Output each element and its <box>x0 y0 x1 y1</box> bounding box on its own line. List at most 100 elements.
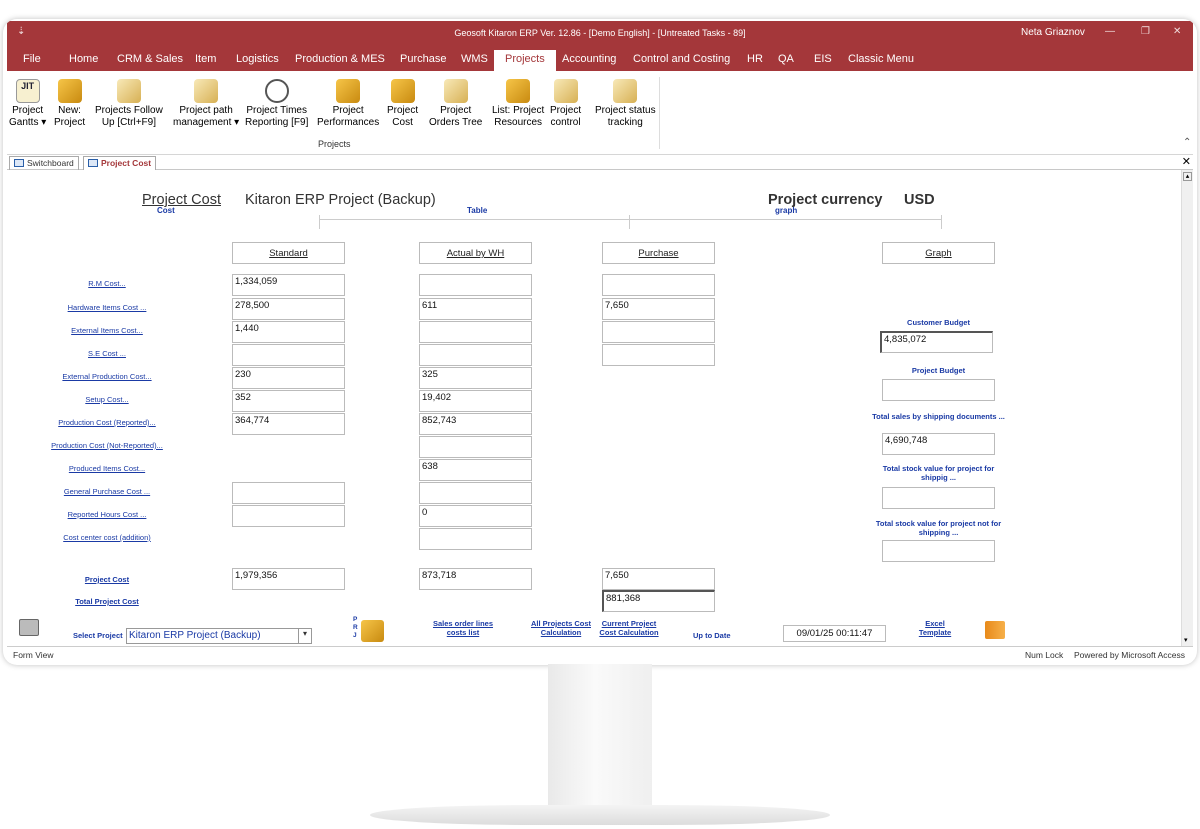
row-label-setup-cost[interactable]: Setup Cost... <box>3 395 217 404</box>
sales-order-lines-link[interactable]: Sales order lines costs list <box>430 619 496 637</box>
up-to-date-value[interactable]: 09/01/25 00:11:47 <box>783 625 886 642</box>
cell-standard-reported-hours-cost[interactable] <box>232 505 345 527</box>
ribbon-button-project-status-tracking[interactable]: Project status tracking <box>595 79 656 129</box>
cell-actual-production-cost-not-reported[interactable] <box>419 436 532 458</box>
column-header-standard: Standard <box>232 242 345 264</box>
ribbon-label-line1: Project <box>440 105 472 116</box>
ribbon-label-line1: Project <box>550 105 582 116</box>
tab-hr[interactable]: HR <box>747 53 763 65</box>
cell-actual-produced-items-cost[interactable]: 638 <box>419 459 532 481</box>
scroll-down-icon[interactable]: ▾ <box>1184 636 1188 644</box>
doc-tab-project-cost[interactable]: Project Cost <box>83 156 157 170</box>
ribbon-button-project-times-reporting-f9[interactable]: Project Times Reporting [F9] <box>245 79 308 129</box>
ribbon-button-project-control[interactable]: Project control <box>550 79 581 129</box>
ribbon-button-project-path-management[interactable]: Project path management ▾ <box>173 79 239 129</box>
cell-purchase-s-e-cost[interactable] <box>602 344 715 366</box>
scroll-up-icon[interactable]: ▴ <box>1183 172 1192 181</box>
tab-wms[interactable]: WMS <box>461 53 488 65</box>
close-document-icon[interactable]: ✕ <box>1182 155 1191 168</box>
project-budget-value[interactable] <box>882 379 995 401</box>
cell-actual-hardware-items-cost[interactable]: 611 <box>419 298 532 320</box>
excel-template-link[interactable]: Excel Template <box>910 619 960 637</box>
cell-actual-external-items-cost[interactable] <box>419 321 532 343</box>
tab-file[interactable]: File <box>23 53 41 65</box>
row-label-external-items-cost[interactable]: External Items Cost... <box>3 326 217 335</box>
cell-actual-production-cost-reported[interactable]: 852,743 <box>419 413 532 435</box>
cell-actual-general-purchase-cost[interactable] <box>419 482 532 504</box>
subtab-cost[interactable]: Cost <box>157 206 175 215</box>
tab-eis[interactable]: EIS <box>814 53 832 65</box>
tab-classic-menu[interactable]: Classic Menu <box>848 53 914 65</box>
row-label-production-cost-not-reported[interactable]: Production Cost (Not-Reported)... <box>3 441 217 450</box>
row-label-general-purchase-cost[interactable]: General Purchase Cost ... <box>3 487 217 496</box>
cell-standard-s-e-cost[interactable] <box>232 344 345 366</box>
prj-folder-icon[interactable] <box>361 620 384 642</box>
tab-projects[interactable]: Projects <box>494 50 556 71</box>
ribbon-button-project-performances[interactable]: Project Performances <box>317 79 379 129</box>
subtab-table[interactable]: Table <box>467 206 487 215</box>
exit-icon[interactable] <box>985 621 1005 639</box>
subtab-graph[interactable]: graph <box>775 206 797 215</box>
cell-actual-s-e-cost[interactable] <box>419 344 532 366</box>
doc-tab-switchboard[interactable]: Switchboard <box>9 156 79 170</box>
row-label-cost-center-cost-addition[interactable]: Cost center cost (addition) <box>3 533 217 542</box>
collapse-ribbon-icon[interactable]: ⌃ <box>1183 137 1191 148</box>
tab-crm-sales[interactable]: CRM & Sales <box>117 53 183 65</box>
ribbon-button-new-project[interactable]: New: Project <box>54 79 85 129</box>
row-label-external-production-cost[interactable]: External Production Cost... <box>3 372 217 381</box>
stock-for-shipping-value[interactable] <box>882 487 995 509</box>
form-title-link[interactable]: Project Cost <box>142 192 221 208</box>
cell-standard-r-m-cost[interactable]: 1,334,059 <box>232 274 345 296</box>
form-icon <box>14 159 24 167</box>
stock-not-for-shipping-value[interactable] <box>882 540 995 562</box>
close-window-icon[interactable]: ✕ <box>1173 26 1181 37</box>
cell-actual-reported-hours-cost[interactable]: 0 <box>419 505 532 527</box>
cell-standard-general-purchase-cost[interactable] <box>232 482 345 504</box>
total-sales-value[interactable]: 4,690,748 <box>882 433 995 455</box>
ribbon-button-projects-follow-up-ctrl-f9[interactable]: Projects Follow Up [Ctrl+F9] <box>95 79 163 129</box>
tab-control-and-costing[interactable]: Control and Costing <box>633 53 730 65</box>
ribbon-button-project-gantts[interactable]: JIT Project Gantts ▾ <box>9 79 46 129</box>
tab-purchase[interactable]: Purchase <box>400 53 446 65</box>
row-label-r-m-cost[interactable]: R.M Cost... <box>3 279 217 288</box>
cell-actual-external-production-cost[interactable]: 325 <box>419 367 532 389</box>
ribbon: Projects ⌃ JIT Project Gantts ▾ New: Project… <box>7 71 1193 155</box>
project-cost-standard: 1,979,356 <box>232 568 345 590</box>
tab-item[interactable]: Item <box>195 53 216 65</box>
user-name[interactable]: Neta Griaznov <box>1021 27 1085 38</box>
cell-standard-external-production-cost[interactable]: 230 <box>232 367 345 389</box>
tab-qa[interactable]: QA <box>778 53 794 65</box>
chevron-down-icon[interactable]: ▾ <box>298 629 311 643</box>
cell-standard-hardware-items-cost[interactable]: 278,500 <box>232 298 345 320</box>
cell-actual-setup-cost[interactable]: 19,402 <box>419 390 532 412</box>
cell-standard-production-cost-reported[interactable]: 364,774 <box>232 413 345 435</box>
cell-purchase-r-m-cost[interactable] <box>602 274 715 296</box>
printer-icon[interactable] <box>19 619 39 636</box>
row-label-s-e-cost[interactable]: S.E Cost ... <box>3 349 217 358</box>
restore-icon[interactable]: ❐ <box>1141 26 1150 37</box>
all-projects-link[interactable]: All Projects Cost Calculation <box>529 619 593 637</box>
cell-actual-r-m-cost[interactable] <box>419 274 532 296</box>
ribbon-button-project-cost[interactable]: Project Cost <box>387 79 418 129</box>
tab-production-mes[interactable]: Production & MES <box>295 53 385 65</box>
customer-budget-value[interactable]: 4,835,072 <box>880 331 993 353</box>
current-project-link[interactable]: Current Project Cost Calculation <box>598 619 660 637</box>
cell-purchase-hardware-items-cost[interactable]: 7,650 <box>602 298 715 320</box>
tab-logistics[interactable]: Logistics <box>236 53 279 65</box>
row-label-hardware-items-cost[interactable]: Hardware Items Cost ... <box>3 303 217 312</box>
ribbon-button-list-project-resources[interactable]: List: Project Resources <box>492 79 544 129</box>
tab-accounting[interactable]: Accounting <box>562 53 616 65</box>
cell-standard-setup-cost[interactable]: 352 <box>232 390 345 412</box>
column-header-graph[interactable]: Graph <box>882 242 995 264</box>
tab-home[interactable]: Home <box>69 53 98 65</box>
cell-purchase-external-items-cost[interactable] <box>602 321 715 343</box>
ribbon-button-project-orders-tree[interactable]: Project Orders Tree <box>429 79 482 129</box>
vertical-scrollbar[interactable]: ▴ ▾ <box>1181 170 1193 646</box>
cell-standard-external-items-cost[interactable]: 1,440 <box>232 321 345 343</box>
minimize-icon[interactable]: — <box>1105 26 1115 37</box>
row-label-reported-hours-cost[interactable]: Reported Hours Cost ... <box>3 510 217 519</box>
row-label-production-cost-reported[interactable]: Production Cost (Reported)... <box>3 418 217 427</box>
select-project-dropdown[interactable]: Kitaron ERP Project (Backup) ▾ <box>126 628 312 644</box>
row-label-produced-items-cost[interactable]: Produced Items Cost... <box>3 464 217 473</box>
cell-actual-cost-center-cost-addition[interactable] <box>419 528 532 550</box>
